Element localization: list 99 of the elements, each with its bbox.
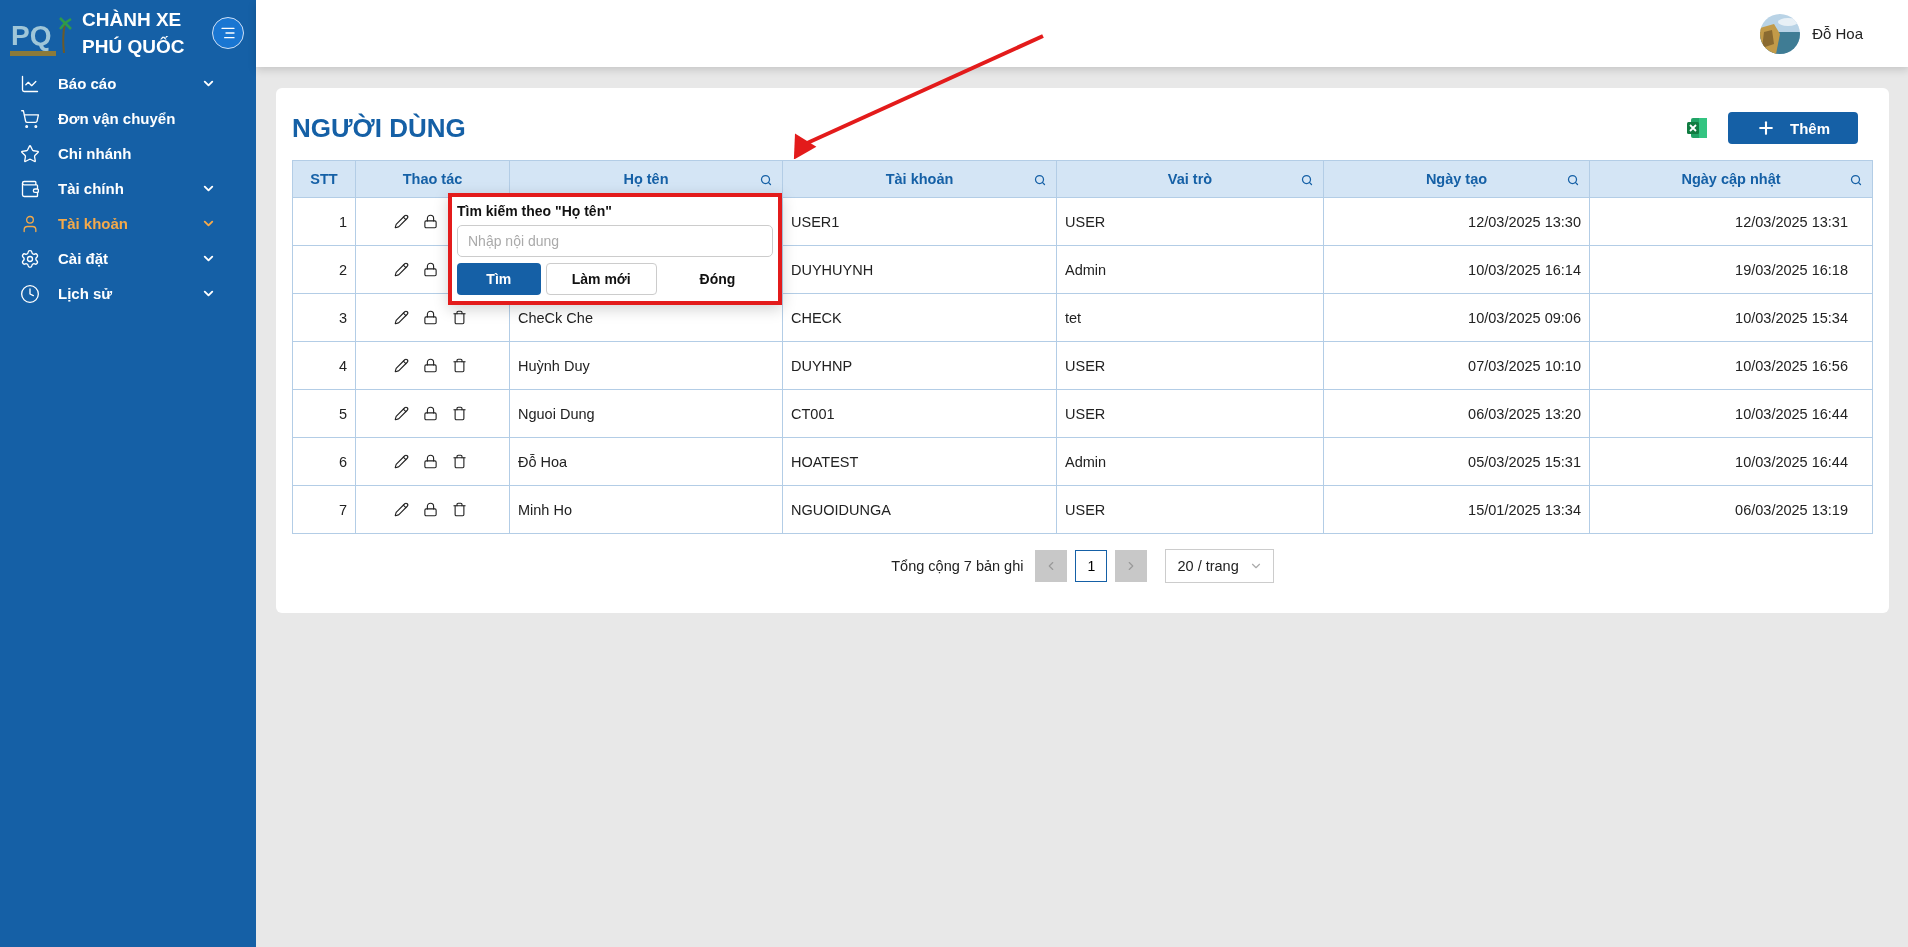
plus-icon: [1756, 118, 1776, 138]
search-icon[interactable]: [1301, 174, 1313, 186]
lock-icon[interactable]: [423, 214, 438, 229]
brand-name: CHÀNH XE PHÚ QUỐC: [82, 8, 186, 59]
table-cell: 7: [338, 501, 347, 518]
pencil-icon[interactable]: [394, 214, 409, 229]
table-cell: Nguoi Dung: [518, 405, 595, 422]
table-cell: 15/01/2025 13:34: [1468, 501, 1581, 518]
table-cell: CT001: [791, 405, 835, 422]
cart-icon: [20, 108, 40, 129]
sidebar-item[interactable]: Chi nhánh: [0, 136, 256, 171]
search-icon[interactable]: [1850, 174, 1862, 186]
table-cell: 5: [338, 405, 347, 422]
table-cell: DUYHUYNH: [791, 261, 874, 278]
table-cell: 06/03/2025 13:20: [1468, 405, 1581, 422]
table-cell: DUYHNP: [791, 357, 853, 374]
column-header: STT: [292, 160, 356, 198]
user-name[interactable]: Đỗ Hoa: [1812, 25, 1863, 42]
table-cell: Admin: [1065, 453, 1107, 470]
table-cell: 1: [338, 213, 347, 230]
search-input-field[interactable]: Nhập nội dung: [457, 225, 773, 257]
sidebar-item[interactable]: Đơn vận chuyển: [0, 101, 256, 136]
table-cell: 10/03/2025 09:06: [1468, 309, 1581, 326]
trash-icon[interactable]: [452, 406, 467, 421]
search-button[interactable]: Tìm: [457, 263, 541, 295]
table-cell: 12/03/2025 13:31: [1735, 213, 1848, 230]
menu-icon: [220, 25, 236, 41]
search-icon[interactable]: [760, 174, 772, 186]
lock-icon[interactable]: [423, 310, 438, 325]
trash-icon[interactable]: [452, 310, 467, 325]
trash-icon[interactable]: [452, 454, 467, 469]
sidebar-item[interactable]: Báo cáo: [0, 66, 256, 101]
excel-icon[interactable]: [1686, 117, 1708, 139]
table-cell: USER: [1065, 357, 1106, 374]
table-cell: 4: [338, 357, 347, 374]
table-cell: Huỳnh Duy: [518, 357, 590, 374]
sidebar-item[interactable]: Cài đặt: [0, 241, 256, 276]
settings-icon: [20, 248, 40, 269]
lock-icon[interactable]: [423, 454, 438, 469]
lock-icon[interactable]: [423, 262, 438, 277]
pencil-icon[interactable]: [394, 502, 409, 517]
popup-title: Tìm kiếm theo "Họ tên": [457, 203, 613, 219]
table-cell: 10/03/2025 16:44: [1735, 453, 1848, 470]
star-icon: [20, 143, 40, 164]
table-cell: USER: [1065, 213, 1106, 230]
column-header: Thao tác: [355, 160, 510, 198]
table-cell: Minh Ho: [518, 501, 572, 518]
table-cell: CHECK: [791, 309, 842, 326]
menu-toggle-button[interactable]: [212, 17, 244, 49]
table-cell: 3: [338, 309, 347, 326]
column-header: Ngày cập nhật: [1589, 160, 1873, 198]
page-title: NGƯỜI DÙNG: [292, 112, 467, 144]
table-cell: 19/03/2025 16:18: [1735, 261, 1848, 278]
table-cell: 07/03/2025 10:10: [1468, 357, 1581, 374]
pencil-icon[interactable]: [394, 406, 409, 421]
table-cell: 10/03/2025 15:34: [1735, 309, 1848, 326]
table-cell: USER: [1065, 501, 1106, 518]
search-icon[interactable]: [1567, 174, 1579, 186]
lock-icon[interactable]: [423, 406, 438, 421]
table-cell: 2: [338, 261, 347, 278]
trash-icon[interactable]: [452, 358, 467, 373]
chart-icon: [20, 73, 40, 94]
table-cell: Admin: [1065, 261, 1107, 278]
table-cell: 06/03/2025 13:19: [1735, 501, 1848, 518]
page-size-select[interactable]: 20 / trang: [1165, 549, 1274, 583]
table-cell: 10/03/2025 16:14: [1468, 261, 1581, 278]
table-cell: HOATEST: [791, 453, 859, 470]
pencil-icon[interactable]: [394, 262, 409, 277]
column-header: Tài khoản: [782, 160, 1057, 198]
page-button[interactable]: 1: [1075, 550, 1108, 582]
search-icon[interactable]: [1034, 174, 1046, 186]
column-header: Vai trò: [1056, 160, 1324, 198]
lock-icon[interactable]: [423, 358, 438, 373]
table-cell: 10/03/2025 16:56: [1735, 357, 1848, 374]
lock-icon[interactable]: [423, 502, 438, 517]
column-header: Ngày tạo: [1323, 160, 1590, 198]
trash-icon[interactable]: [452, 502, 467, 517]
table-cell: 10/03/2025 16:44: [1735, 405, 1848, 422]
total-records: Tổng cộng 7 bản ghi: [891, 558, 1024, 574]
sidebar-item[interactable]: Tài chính: [0, 171, 256, 206]
logo: PQ: [10, 9, 72, 57]
sidebar-item[interactable]: Tài khoản: [0, 206, 256, 241]
table-cell: 6: [338, 453, 347, 470]
table-cell: 12/03/2025 13:30: [1468, 213, 1581, 230]
pencil-icon[interactable]: [394, 454, 409, 469]
table-cell: tet: [1065, 309, 1082, 326]
table-cell: USER: [1065, 405, 1106, 422]
pencil-icon[interactable]: [394, 310, 409, 325]
sidebar-item[interactable]: Lịch sử: [0, 276, 256, 311]
pencil-icon[interactable]: [394, 358, 409, 373]
clock-icon: [20, 283, 40, 304]
table-cell: NGUOIDUNGA: [791, 501, 891, 518]
wallet-icon: [20, 178, 40, 199]
table-cell: Đỗ Hoa: [518, 453, 568, 470]
add-button[interactable]: Thêm: [1728, 112, 1858, 144]
reset-button[interactable]: Làm mới: [545, 263, 657, 295]
table-cell: USER1: [791, 213, 840, 230]
table-cell: 05/03/2025 15:31: [1468, 453, 1581, 470]
table-cell: CheCk Che: [518, 309, 593, 326]
